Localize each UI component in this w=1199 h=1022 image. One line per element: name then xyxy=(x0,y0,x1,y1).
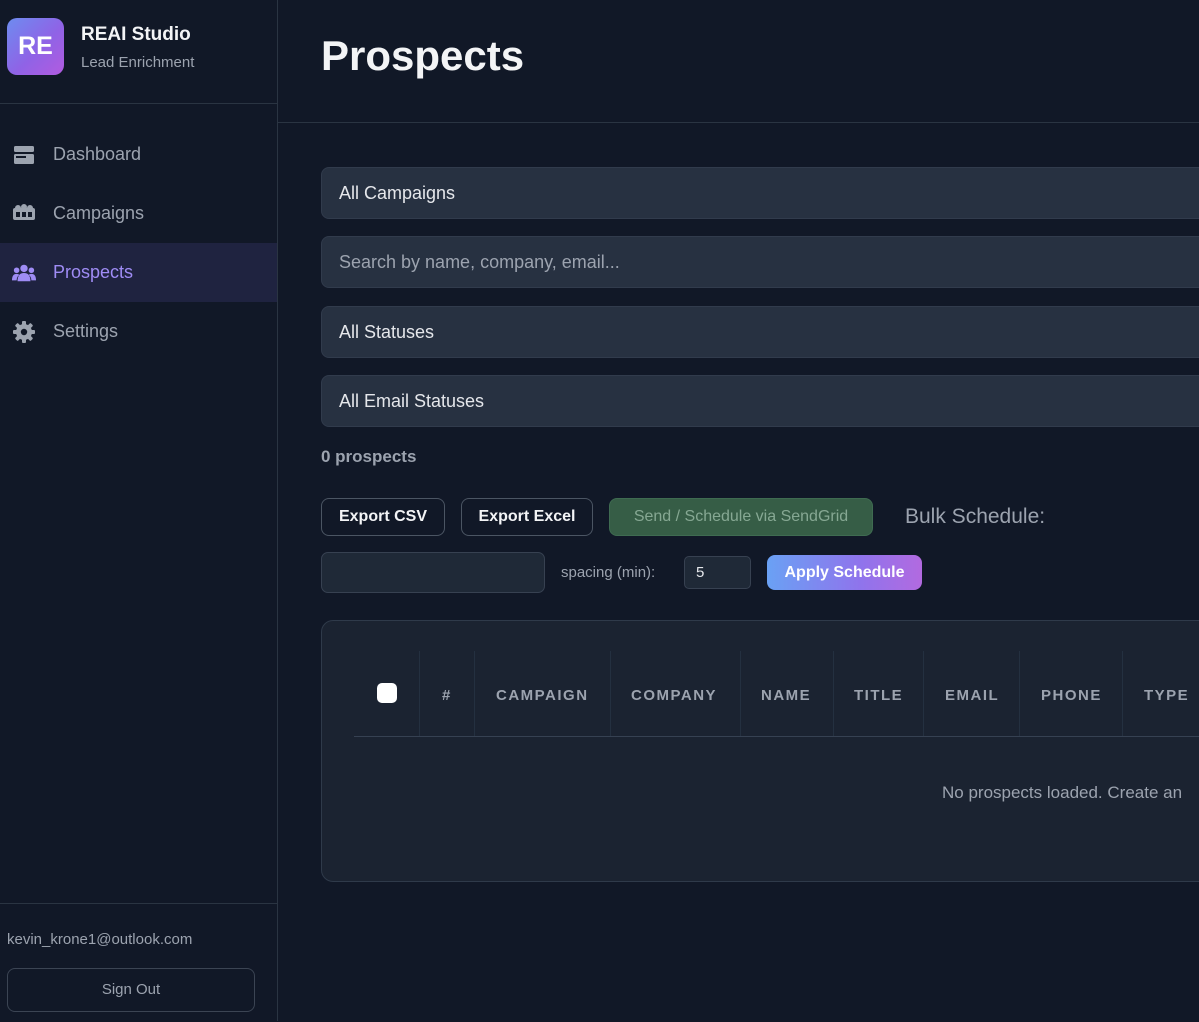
sidebar-item-campaigns[interactable]: Campaigns xyxy=(0,184,277,243)
export-excel-button[interactable]: Export Excel xyxy=(461,498,593,536)
column-header-name[interactable]: NAME xyxy=(761,687,811,704)
spacing-input[interactable]: 5 xyxy=(684,556,751,589)
users-icon xyxy=(12,261,36,285)
column-divider xyxy=(1122,651,1123,736)
select-all-checkbox[interactable] xyxy=(377,683,397,703)
brand-subtitle: Lead Enrichment xyxy=(81,54,195,71)
page-title: Prospects xyxy=(321,32,525,79)
main-content: Prospects All Campaigns Search by name, … xyxy=(278,0,1199,1021)
column-header-email[interactable]: EMAIL xyxy=(945,687,999,704)
campaigns-icon xyxy=(12,202,36,226)
column-header-title[interactable]: TITLE xyxy=(854,687,903,704)
brand-logo: RE xyxy=(7,18,64,75)
empty-state-message: No prospects loaded. Create an xyxy=(942,783,1183,802)
send-schedule-sendgrid-button[interactable]: Send / Schedule via SendGrid xyxy=(609,498,873,536)
campaign-filter-value: All Campaigns xyxy=(339,183,456,203)
campaign-filter-select[interactable]: All Campaigns xyxy=(321,167,1199,219)
export-csv-button[interactable]: Export CSV xyxy=(321,498,445,536)
column-divider xyxy=(474,651,475,736)
sidebar: RE REAI Studio Lead Enrichment Dashboard… xyxy=(0,0,278,1021)
search-input[interactable]: Search by name, company, email... xyxy=(321,236,1199,288)
column-header-index[interactable]: # xyxy=(442,687,452,704)
column-divider xyxy=(923,651,924,736)
sidebar-item-prospects[interactable]: Prospects xyxy=(0,243,277,302)
column-divider xyxy=(419,651,420,736)
column-header-type[interactable]: TYPE xyxy=(1144,687,1189,704)
sign-out-button[interactable]: Sign Out xyxy=(7,968,255,1012)
column-divider xyxy=(833,651,834,736)
sidebar-item-label: Prospects xyxy=(53,262,134,282)
column-divider xyxy=(1019,651,1020,736)
column-header-campaign[interactable]: CAMPAIGN xyxy=(496,687,589,704)
column-divider xyxy=(740,651,741,736)
column-divider xyxy=(610,651,611,736)
column-header-company[interactable]: COMPANY xyxy=(631,687,717,704)
email-status-filter-value: All Email Statuses xyxy=(339,391,485,411)
sidebar-item-dashboard[interactable]: Dashboard xyxy=(0,125,277,184)
schedule-datetime-input[interactable] xyxy=(321,552,545,593)
gear-icon xyxy=(12,320,36,344)
sidebar-footer: kevin_krone1@outlook.com Sign Out xyxy=(0,903,277,1022)
dashboard-icon xyxy=(12,143,36,167)
column-header-phone[interactable]: PHONE xyxy=(1041,687,1102,704)
page-header: Prospects xyxy=(278,0,1199,123)
sidebar-item-label: Campaigns xyxy=(53,203,145,223)
sidebar-item-settings[interactable]: Settings xyxy=(0,302,277,361)
bulk-schedule-label: Bulk Schedule: xyxy=(905,505,1046,528)
prospect-count: 0 prospects xyxy=(321,447,417,466)
brand-header: RE REAI Studio Lead Enrichment xyxy=(0,0,277,104)
email-status-filter-select[interactable]: All Email Statuses xyxy=(321,375,1199,427)
brand-title: REAI Studio xyxy=(81,24,191,45)
prospects-table: # CAMPAIGN COMPANY NAME TITLE EMAIL PHON… xyxy=(321,620,1199,882)
apply-schedule-button[interactable]: Apply Schedule xyxy=(767,555,922,590)
status-filter-value: All Statuses xyxy=(339,322,435,342)
user-email: kevin_krone1@outlook.com xyxy=(7,931,193,948)
sidebar-nav: Dashboard Campaigns Prospects Settings xyxy=(0,125,277,361)
status-filter-select[interactable]: All Statuses xyxy=(321,306,1199,358)
spacing-label: spacing (min): xyxy=(561,564,656,581)
search-placeholder: Search by name, company, email... xyxy=(339,252,620,272)
sidebar-item-label: Settings xyxy=(53,321,119,341)
table-header-divider xyxy=(354,736,1199,737)
sidebar-item-label: Dashboard xyxy=(53,144,142,164)
